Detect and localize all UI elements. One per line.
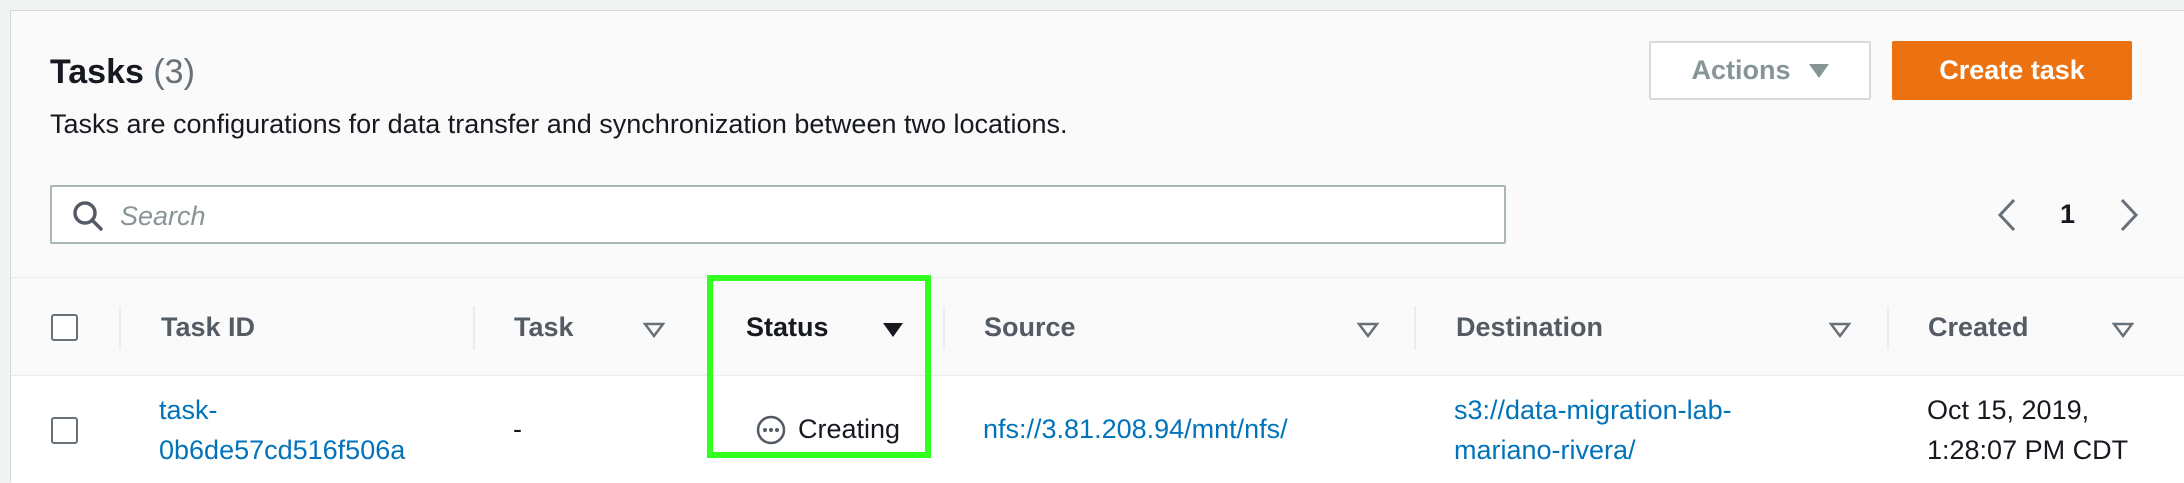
column-divider (1414, 306, 1416, 350)
create-task-button[interactable]: Create task (1892, 41, 2132, 100)
task-id-line: 0b6de57cd516f506a (159, 435, 406, 465)
source-link[interactable]: nfs://3.81.208.94/mnt/nfs/ (983, 409, 1288, 449)
column-header-destination[interactable]: Destination (1456, 278, 1603, 377)
destination-line: mariano-rivera/ (1454, 435, 1636, 465)
created-time: 1:28:07 PM CDT (1927, 435, 2129, 465)
title-text: Tasks (50, 53, 144, 91)
task-id-link[interactable]: task- 0b6de57cd516f506a (159, 390, 405, 470)
column-header-task-id[interactable]: Task ID (161, 278, 255, 377)
caret-down-icon (1808, 63, 1829, 78)
column-divider (943, 306, 945, 350)
search-input[interactable]: Search (50, 185, 1506, 244)
column-header-created[interactable]: Created (1928, 278, 2029, 377)
row-checkbox[interactable] (51, 417, 78, 444)
sort-icon[interactable] (643, 322, 665, 338)
created-date: Oct 15, 2019, (1927, 395, 2090, 425)
table-row[interactable]: task- 0b6de57cd516f506a - Creating nfs:/… (11, 376, 2184, 483)
search-icon (73, 201, 103, 231)
column-header-source[interactable]: Source (984, 278, 1076, 377)
chevron-right-icon[interactable] (2117, 197, 2141, 233)
actions-button[interactable]: Actions (1649, 41, 1871, 100)
page-number[interactable]: 1 (2060, 199, 2075, 230)
tasks-panel: Tasks (3) Tasks are configurations for d… (10, 10, 2184, 483)
destination-link[interactable]: s3://data-migration-lab- mariano-rivera/ (1454, 390, 1732, 470)
task-name-cell: - (513, 414, 522, 444)
column-divider (1887, 306, 1889, 350)
chevron-left-icon[interactable] (1995, 197, 2019, 233)
actions-label: Actions (1691, 55, 1791, 85)
table-header: Task ID Task Status Source Destination C… (11, 277, 2184, 376)
created-cell: Oct 15, 2019, 1:28:07 PM CDT (1927, 390, 2128, 470)
select-all-checkbox[interactable] (51, 314, 78, 341)
column-divider (119, 306, 121, 350)
sort-icon[interactable] (2112, 322, 2134, 338)
task-count: (3) (153, 53, 195, 91)
column-divider (473, 306, 475, 350)
tasks-header: Tasks (3) Tasks are configurations for d… (11, 11, 2184, 277)
sort-icon[interactable] (1829, 322, 1851, 338)
task-id-line: task- (159, 395, 218, 425)
column-header-task[interactable]: Task (514, 278, 574, 377)
page-description: Tasks are configurations for data transf… (50, 109, 1068, 139)
destination-line: s3://data-migration-lab- (1454, 395, 1732, 425)
page-title: Tasks (3) (50, 53, 195, 92)
search-placeholder: Search (120, 201, 206, 231)
sort-icon[interactable] (1357, 322, 1379, 338)
status-column-highlight (707, 275, 931, 458)
